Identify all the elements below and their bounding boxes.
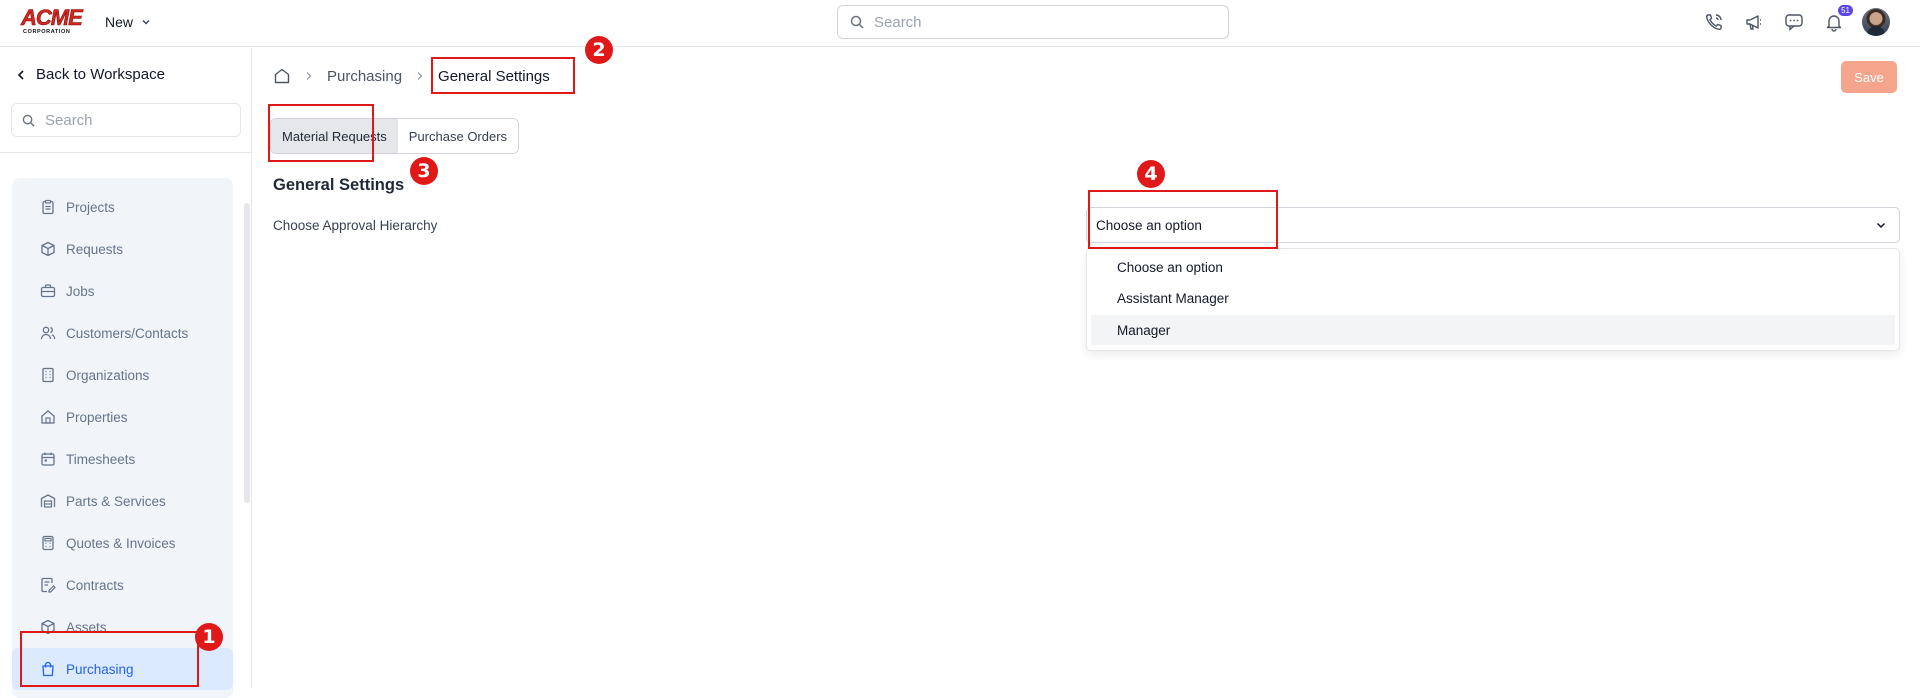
- chat-icon[interactable]: [1782, 10, 1806, 34]
- sidebar-item-quotes-invoices[interactable]: Quotes & Invoices: [12, 522, 233, 564]
- chevron-right-icon: [306, 72, 312, 80]
- search-placeholder: Search: [874, 13, 922, 31]
- global-search-input[interactable]: Search: [837, 5, 1229, 39]
- breadcrumb: Purchasing General Settings: [273, 67, 550, 85]
- annotation-number-4: 4: [1137, 160, 1165, 188]
- house-icon: [41, 410, 55, 424]
- search-icon: [22, 114, 35, 127]
- sidebar-item-properties[interactable]: Properties: [12, 396, 233, 438]
- shopping-bag-icon: [42, 661, 54, 677]
- search-icon: [850, 15, 864, 29]
- section-title: General Settings: [273, 176, 405, 194]
- approval-hierarchy-label: Choose Approval Hierarchy: [273, 218, 438, 233]
- chevron-right-icon: [417, 72, 423, 80]
- option-manager[interactable]: Manager: [1091, 315, 1895, 345]
- approval-hierarchy-options: Choose an option Assistant Manager Manag…: [1086, 248, 1900, 351]
- sidebar-item-purchasing[interactable]: Purchasing: [12, 648, 233, 690]
- sidebar-item-timesheets[interactable]: Timesheets: [12, 438, 233, 480]
- sidebar-item-projects[interactable]: Projects: [12, 186, 233, 228]
- sidebar-search-placeholder: Search: [45, 111, 93, 129]
- select-value: Choose an option: [1096, 217, 1202, 233]
- sidebar-divider: [0, 152, 251, 153]
- briefcase-icon: [40, 284, 56, 298]
- package-icon: [41, 241, 55, 257]
- sidebar: Back to Workspace Search Projects Reques…: [0, 48, 252, 698]
- chevron-down-icon: [1876, 222, 1886, 229]
- building-icon: [42, 367, 54, 383]
- new-button[interactable]: New: [105, 14, 151, 30]
- top-bar: ACME CORPORATION New Search 51: [0, 0, 1920, 47]
- bell-icon[interactable]: 51: [1822, 5, 1853, 34]
- sidebar-item-label: Parts & Services: [66, 493, 166, 509]
- megaphone-icon[interactable]: [1742, 10, 1766, 34]
- back-label: Back to Workspace: [36, 66, 165, 83]
- cube-icon: [41, 619, 55, 635]
- notification-badge: 51: [1838, 5, 1853, 16]
- tab-material-requests[interactable]: Material Requests: [271, 119, 398, 153]
- sidebar-item-label: Requests: [66, 241, 124, 257]
- option-assistant-manager[interactable]: Assistant Manager: [1091, 283, 1895, 313]
- breadcrumb-purchasing[interactable]: Purchasing: [327, 68, 402, 85]
- sidebar-item-label: Organizations: [66, 367, 150, 383]
- sidebar-item-label: Projects: [66, 199, 115, 215]
- sidebar-item-parts-services[interactable]: Parts & Services: [12, 480, 233, 522]
- sidebar-item-label: Jobs: [66, 283, 95, 299]
- sidebar-item-customers-contacts[interactable]: Customers/Contacts: [12, 312, 233, 354]
- annotation-number-1: 1: [195, 623, 223, 651]
- annotation-number-3: 3: [410, 157, 438, 185]
- sidebar-item-label: Contracts: [66, 577, 124, 593]
- settings-tabs: Material Requests Purchase Orders: [270, 118, 520, 154]
- phone-icon[interactable]: [1702, 10, 1726, 34]
- warehouse-icon: [40, 494, 56, 508]
- back-to-workspace-link[interactable]: Back to Workspace: [16, 66, 165, 83]
- sidebar-item-label: Assets: [66, 619, 107, 635]
- sidebar-item-requests[interactable]: Requests: [12, 228, 233, 270]
- sidebar-search-input[interactable]: Search: [11, 103, 241, 137]
- sidebar-menu: Projects Requests Jobs Customers/Contact…: [12, 178, 233, 698]
- users-icon: [40, 326, 56, 340]
- new-button-label: New: [105, 14, 134, 30]
- approval-hierarchy-select[interactable]: Choose an option: [1086, 207, 1900, 243]
- contract-icon: [41, 577, 56, 593]
- breadcrumb-general-settings: General Settings: [438, 67, 550, 85]
- chevron-down-icon: [142, 20, 150, 25]
- sidebar-item-label: Properties: [66, 409, 128, 425]
- home-icon[interactable]: [273, 67, 291, 85]
- sidebar-item-jobs[interactable]: Jobs: [12, 270, 233, 312]
- logo-text: ACME: [21, 5, 83, 30]
- sidebar-item-label: Quotes & Invoices: [66, 535, 176, 551]
- calendar-icon: [41, 452, 55, 466]
- sidebar-item-label: Customers/Contacts: [66, 325, 189, 341]
- chevron-left-icon: [17, 69, 24, 80]
- option-choose[interactable]: Choose an option: [1091, 252, 1895, 282]
- sidebar-item-organizations[interactable]: Organizations: [12, 354, 233, 396]
- main-content: Purchasing General Settings Save Materia…: [253, 48, 1920, 688]
- sidebar-scrollbar[interactable]: [244, 203, 250, 503]
- header-actions: 51: [1702, 5, 1890, 36]
- user-avatar[interactable]: [1862, 8, 1890, 36]
- annotation-number-2: 2: [585, 36, 613, 64]
- save-button[interactable]: Save: [1841, 61, 1897, 93]
- sidebar-item-label: Purchasing: [66, 661, 134, 677]
- tab-purchase-orders[interactable]: Purchase Orders: [397, 119, 519, 153]
- clipboard-icon: [42, 199, 54, 215]
- calculator-icon: [42, 535, 54, 551]
- sidebar-item-contracts[interactable]: Contracts: [12, 564, 233, 606]
- sidebar-item-label: Timesheets: [66, 451, 136, 467]
- acme-logo[interactable]: ACME CORPORATION: [21, 5, 85, 35]
